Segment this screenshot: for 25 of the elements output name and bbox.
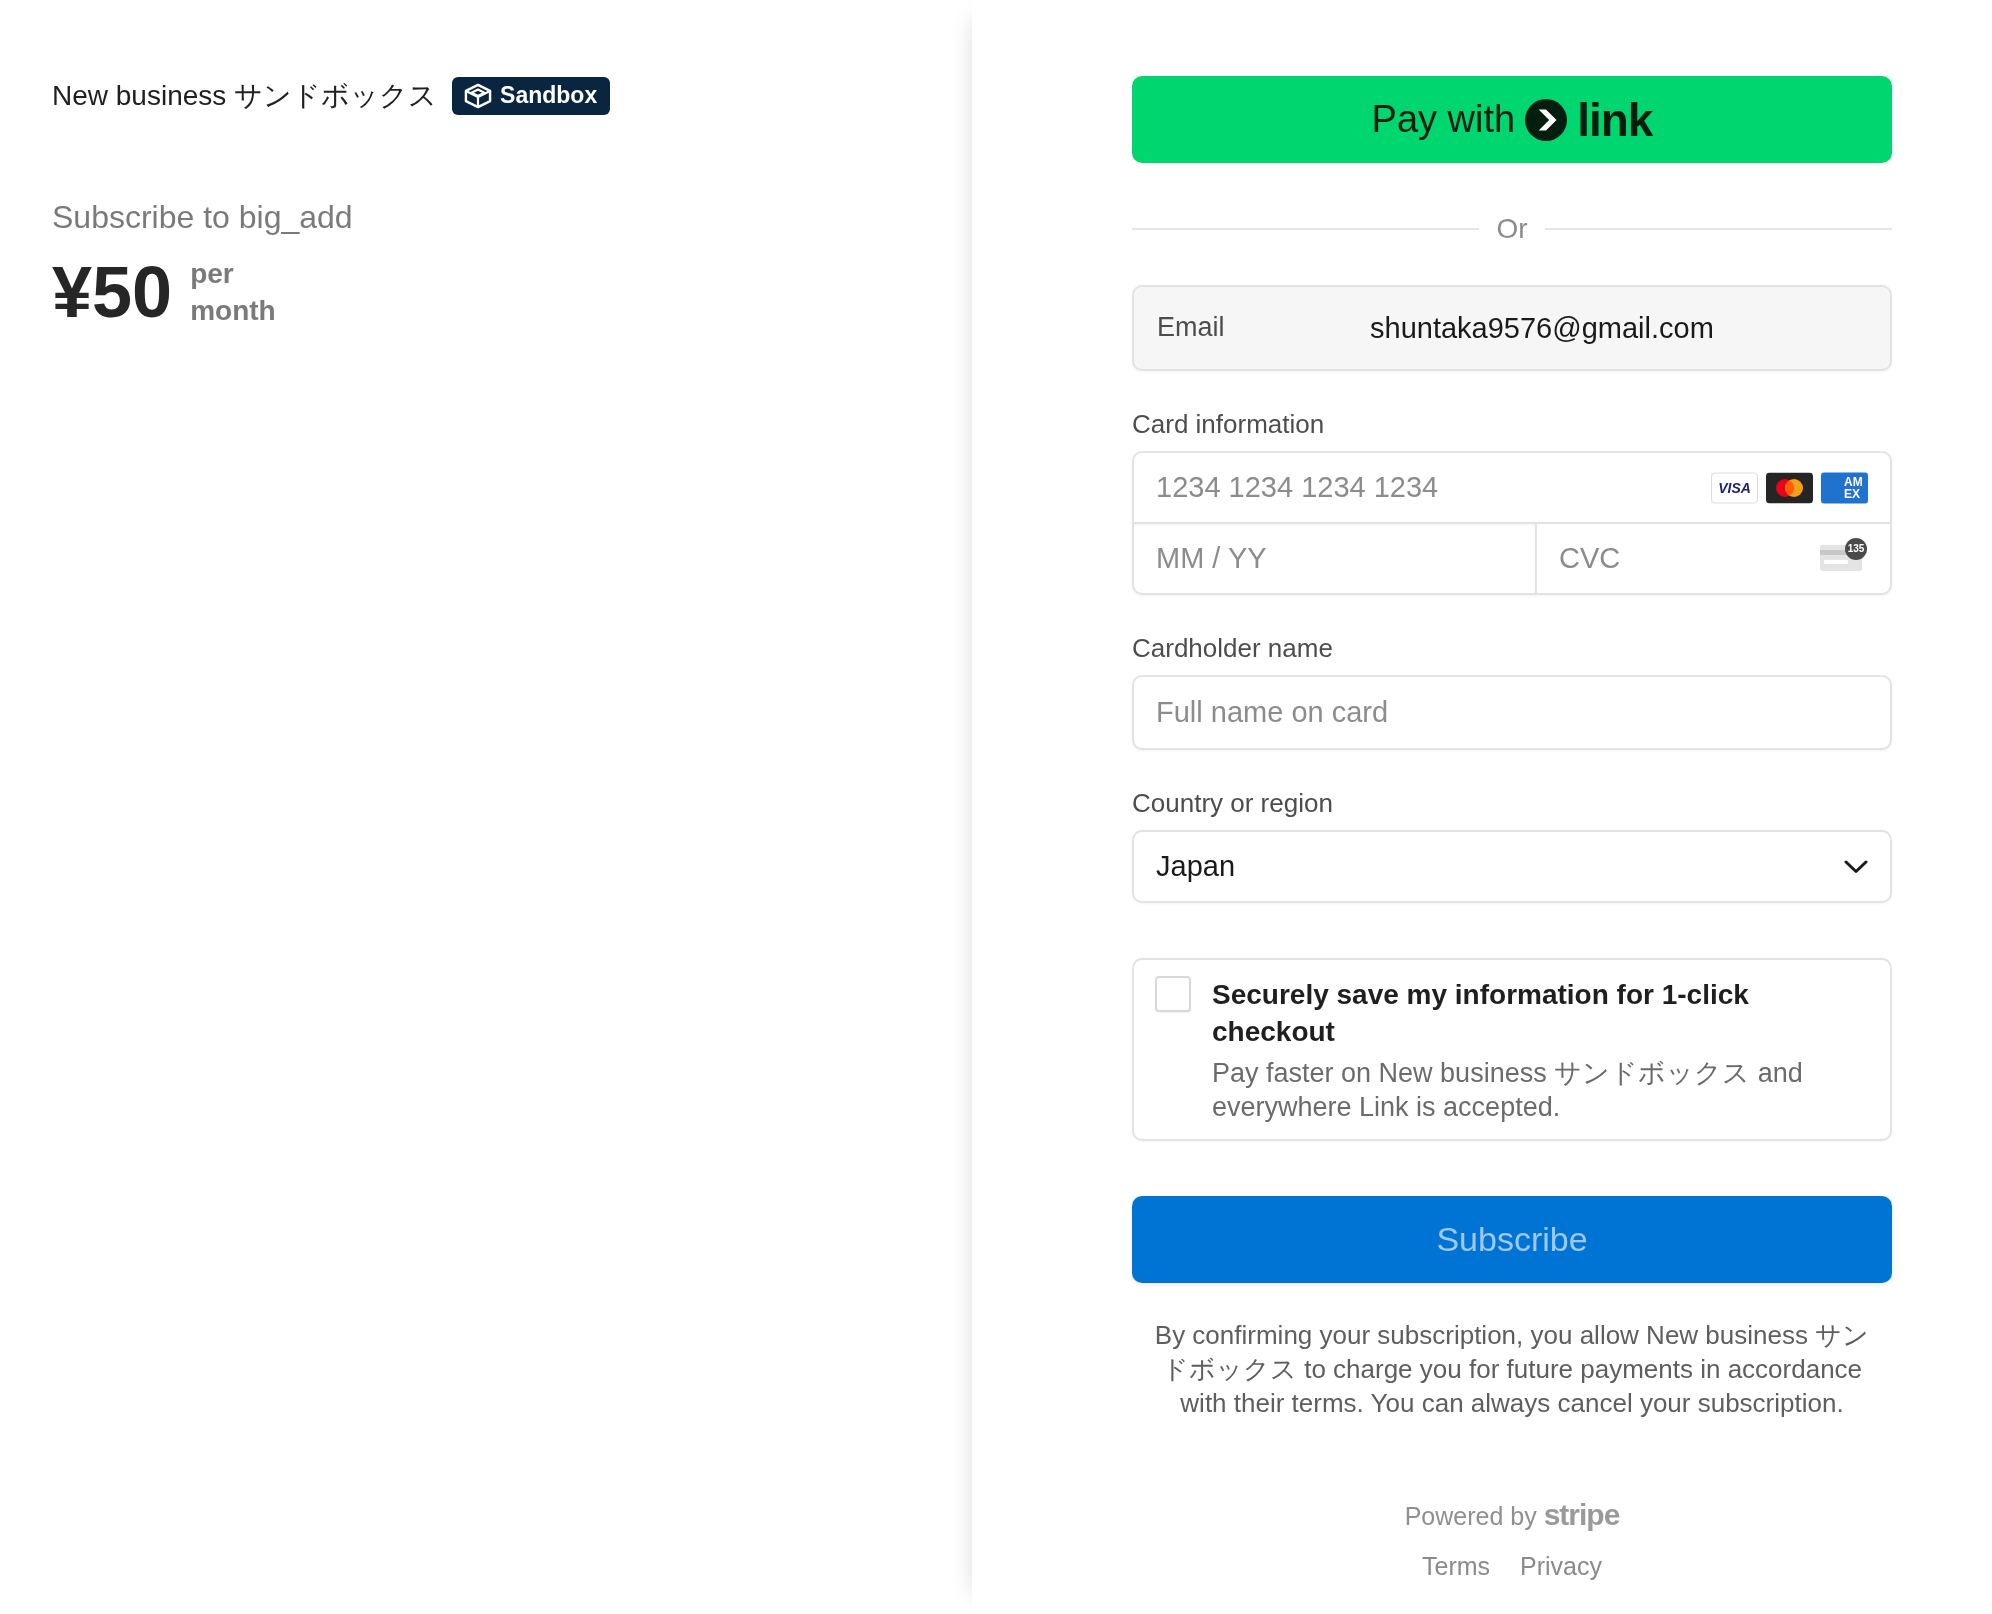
email-label: Email (1157, 311, 1225, 345)
save-info-checkbox[interactable] (1155, 976, 1191, 1012)
link-pay-button[interactable]: Pay with link (1132, 76, 1892, 163)
merchant-name: New business サンドボックス (52, 79, 438, 113)
cardholder-field[interactable]: Full name on card (1132, 675, 1892, 750)
amex-logo: AMEX (1821, 472, 1868, 503)
visa-logo: VISA (1711, 472, 1758, 503)
product-title: Subscribe to big_add (52, 198, 353, 237)
billing-period: per month (190, 257, 276, 328)
powered-by-text: Powered by stripe (1403, 1498, 1621, 1533)
cardholder-label: Cardholder name (1132, 632, 1333, 665)
card-info-label: Card information (1132, 408, 1325, 441)
country-label: Country or region (1132, 787, 1333, 820)
chevron-circle-icon (1525, 98, 1568, 141)
overlapping-circles-icon (1766, 472, 1813, 503)
divider-label: Or (1496, 211, 1528, 246)
expiry-field[interactable]: MM / YY (1132, 522, 1537, 595)
badge-label: Sandbox (500, 82, 598, 110)
chevron-down-icon (1844, 859, 1868, 874)
save-info-title: Securely save my information for 1-click checkout (1212, 978, 1750, 1049)
box-icon (464, 83, 493, 109)
price-amount: ¥50 (52, 256, 173, 328)
country-select[interactable]: Japan (1132, 830, 1892, 903)
save-info-description: Pay faster on New business サンドボックス and everywhere Link is accepted. (1212, 1057, 1804, 1124)
legal-text: By confirming your subscription, you allow New business サンドボックス to charge you for future payments in accordance with their terms. You can always cancel your subscription. (1153, 1319, 1871, 1420)
